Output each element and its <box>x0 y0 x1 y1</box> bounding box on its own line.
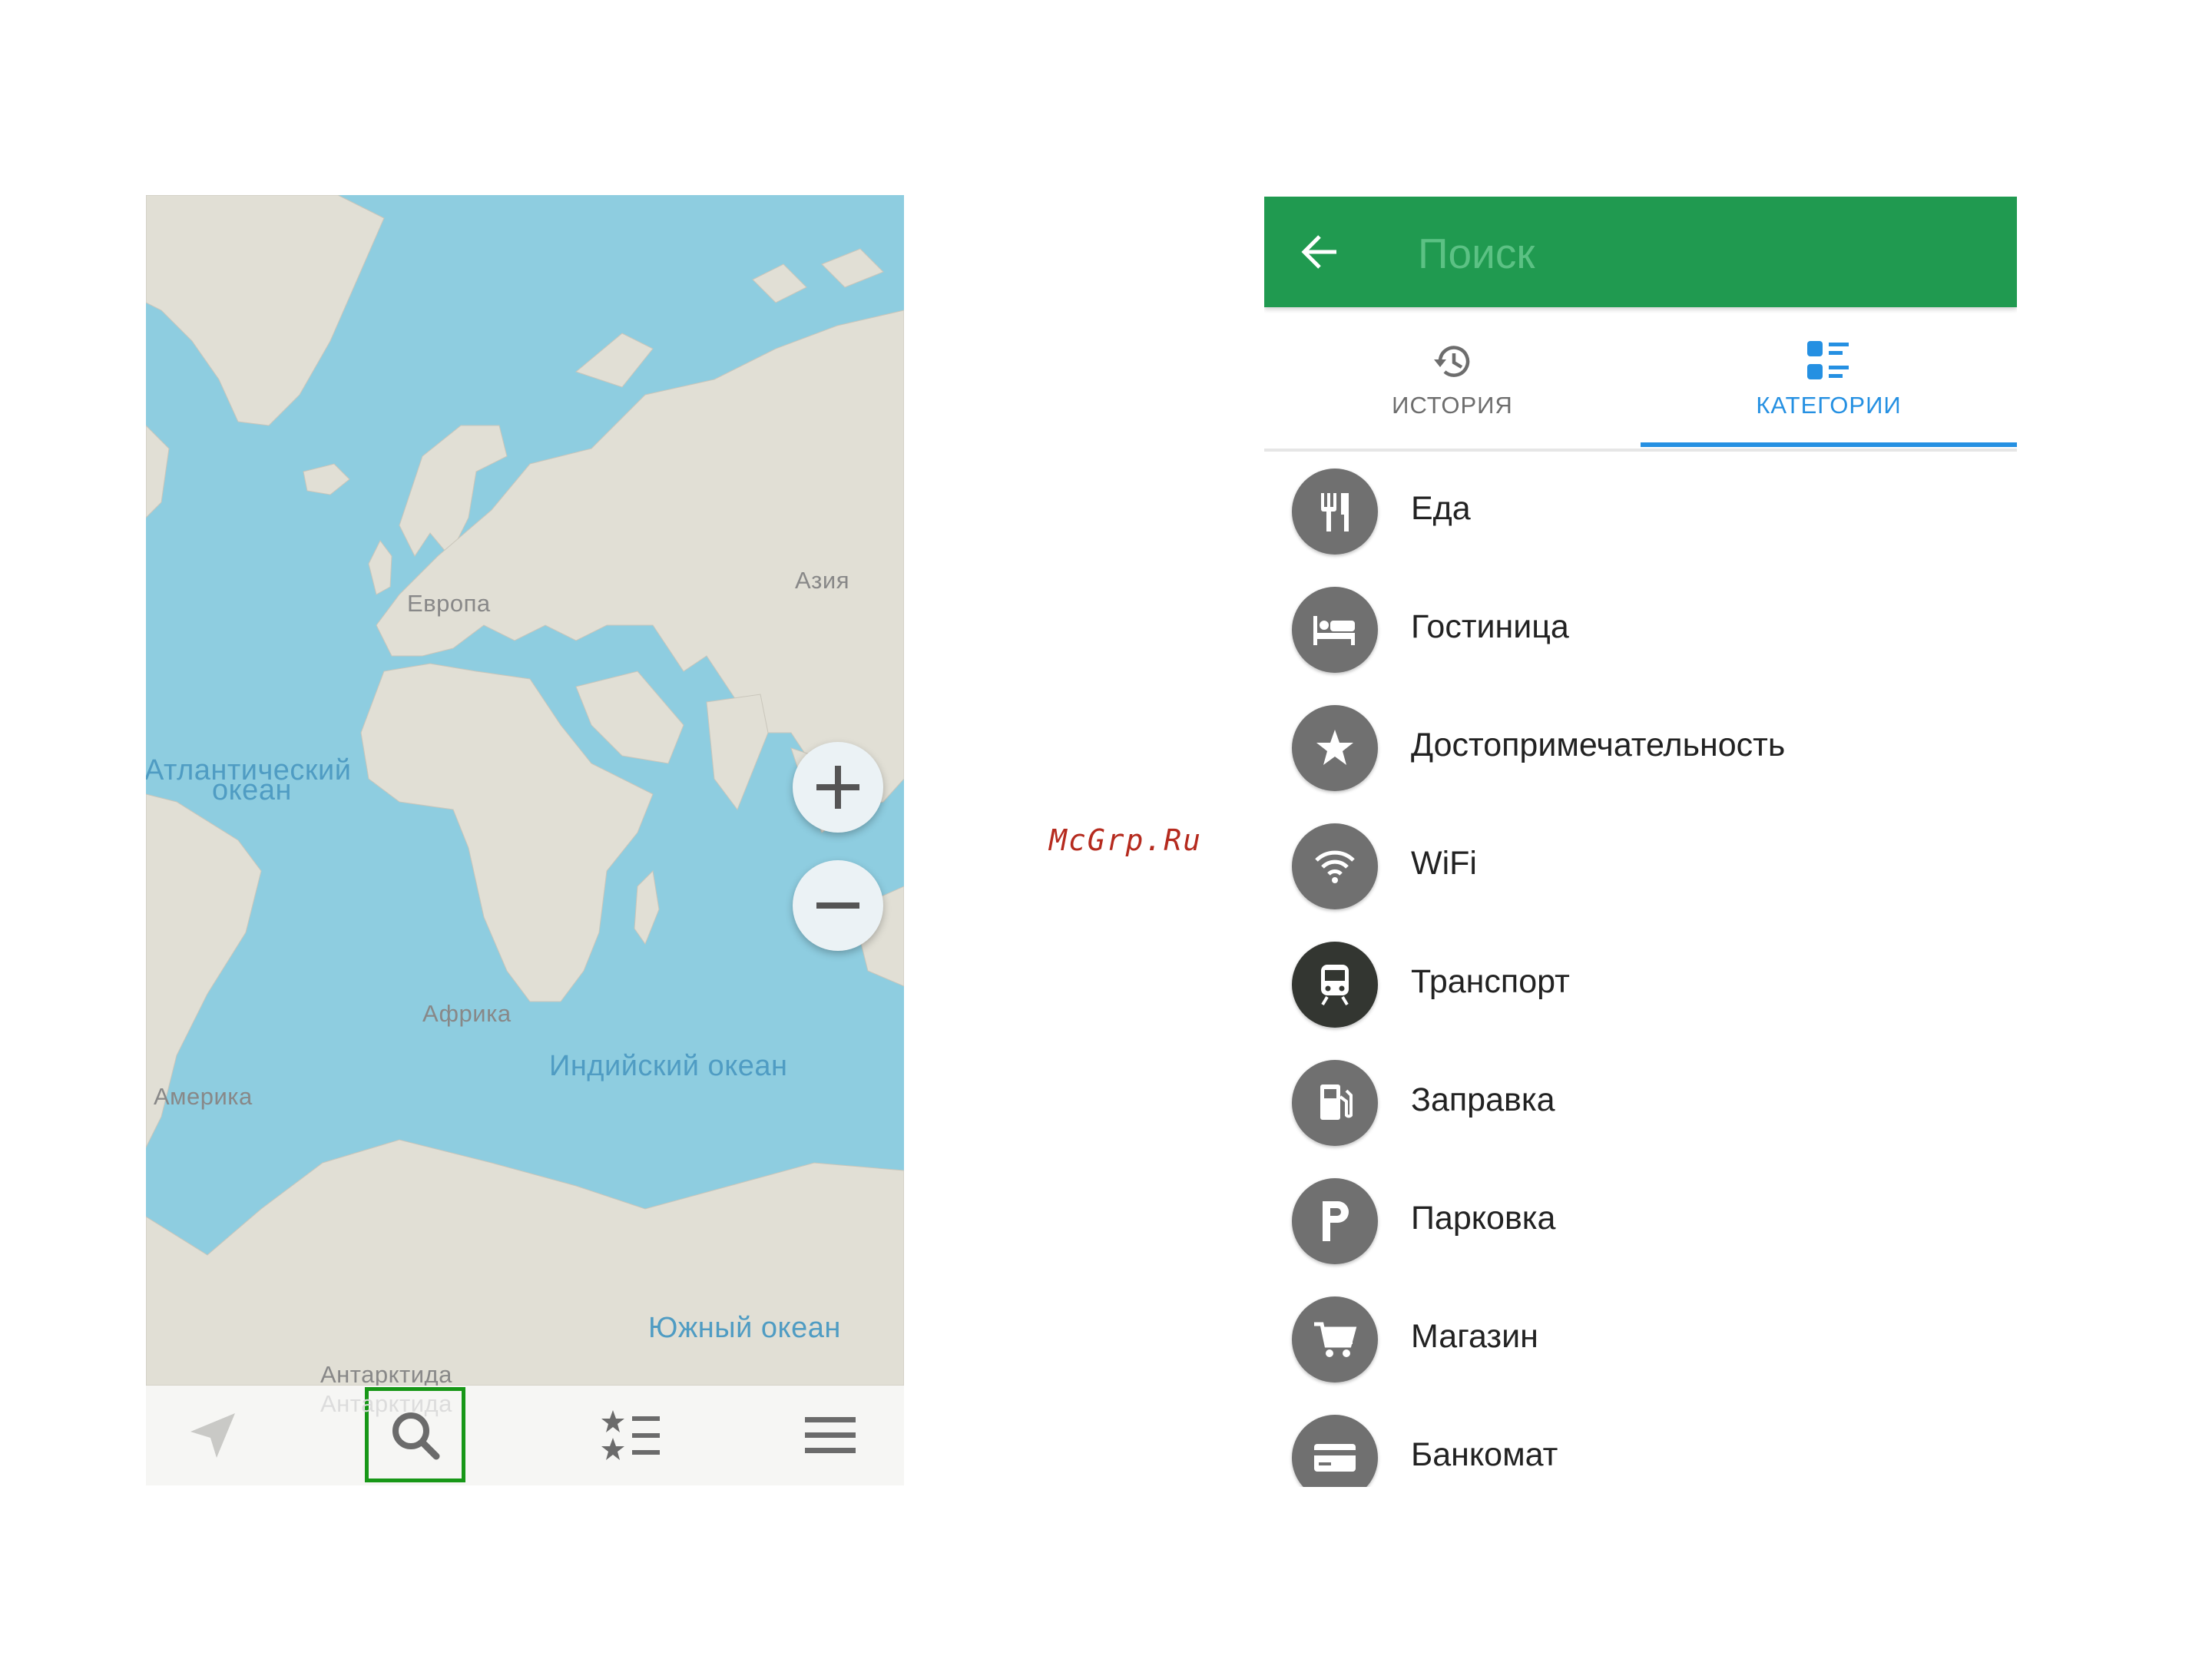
menu-button[interactable] <box>777 1386 884 1485</box>
category-food[interactable]: Еда <box>1264 453 2017 571</box>
category-hotel[interactable]: Гостиница <box>1264 571 2017 690</box>
category-label: Транспорт <box>1411 963 1570 1000</box>
bookmarks-button[interactable] <box>578 1386 686 1485</box>
tab-history[interactable]: ИСТОРИЯ <box>1264 313 1641 449</box>
fuel-icon <box>1292 1060 1378 1146</box>
history-icon <box>1434 346 1470 377</box>
tab-indicator <box>1641 442 2017 447</box>
search-input[interactable] <box>1416 218 1988 289</box>
category-label: Гостиница <box>1411 608 1569 645</box>
categories-icon <box>1807 341 1849 379</box>
category-label: Парковка <box>1411 1200 1556 1237</box>
train-icon <box>1292 942 1378 1028</box>
map-label-africa: Африка <box>422 1000 512 1027</box>
back-button[interactable] <box>1287 220 1352 284</box>
category-parking[interactable]: Парковка <box>1264 1163 2017 1281</box>
category-shop[interactable]: Магазин <box>1264 1281 2017 1399</box>
plus-icon <box>816 766 859 809</box>
navigation-arrow-icon <box>190 1413 235 1458</box>
watermark: McGrp.Ru <box>1049 823 1203 857</box>
atm-card-icon <box>1292 1415 1378 1487</box>
bottom-toolbar <box>146 1386 904 1485</box>
map-label-america: Америка <box>154 1083 253 1110</box>
food-icon <box>1292 469 1378 555</box>
category-label: Банкомат <box>1411 1436 1558 1473</box>
zoom-out-button[interactable] <box>793 860 883 951</box>
tab-history-label: ИСТОРИЯ <box>1392 392 1513 419</box>
category-label: Заправка <box>1411 1081 1555 1118</box>
map-label-indian-ocean: Индийский океан <box>549 1050 788 1082</box>
back-arrow-icon <box>1301 235 1336 269</box>
category-label: Еда <box>1411 490 1471 527</box>
hamburger-icon <box>805 1417 856 1453</box>
star-list-icon <box>601 1410 660 1460</box>
zoom-in-button[interactable] <box>793 742 883 833</box>
map-label-europe: Европа <box>407 590 491 617</box>
hotel-icon <box>1292 587 1378 673</box>
category-atm[interactable]: Банкомат <box>1264 1399 2017 1487</box>
search-tabs: ИСТОРИЯ КАТЕГОРИИ <box>1264 313 2017 452</box>
search-toolbar <box>1264 197 2017 307</box>
category-label: Достопримечательность <box>1411 727 1786 763</box>
map-label-antarctica: Антарктида <box>320 1361 452 1388</box>
star-icon <box>1292 705 1378 791</box>
category-attraction[interactable]: Достопримечательность <box>1264 690 2017 808</box>
wifi-icon <box>1292 823 1378 909</box>
map-screen[interactable]: Европа Азия Африка Америка Антарктида Ат… <box>146 195 904 1485</box>
category-label: WiFi <box>1411 845 1477 882</box>
minus-icon <box>816 902 859 909</box>
category-transport[interactable]: Транспорт <box>1264 926 2017 1045</box>
search-screen: ИСТОРИЯ КАТЕГОРИИ Еда Гостиница <box>1264 197 2017 1487</box>
tab-categories[interactable]: КАТЕГОРИИ <box>1641 313 2017 449</box>
tab-categories-label: КАТЕГОРИИ <box>1756 392 1902 419</box>
map-label-asia: Азия <box>795 567 849 594</box>
map-label-atlantic-2: океан <box>212 774 292 806</box>
category-wifi[interactable]: WiFi <box>1264 808 2017 926</box>
map-label-antarctica-faded: Антарктида <box>320 1390 452 1417</box>
map-label-southern-ocean: Южный океан <box>648 1312 841 1344</box>
category-label: Магазин <box>1411 1318 1538 1355</box>
my-location-button[interactable] <box>159 1386 267 1485</box>
category-fuel[interactable]: Заправка <box>1264 1045 2017 1163</box>
parking-icon <box>1292 1178 1378 1264</box>
cart-icon <box>1292 1296 1378 1382</box>
